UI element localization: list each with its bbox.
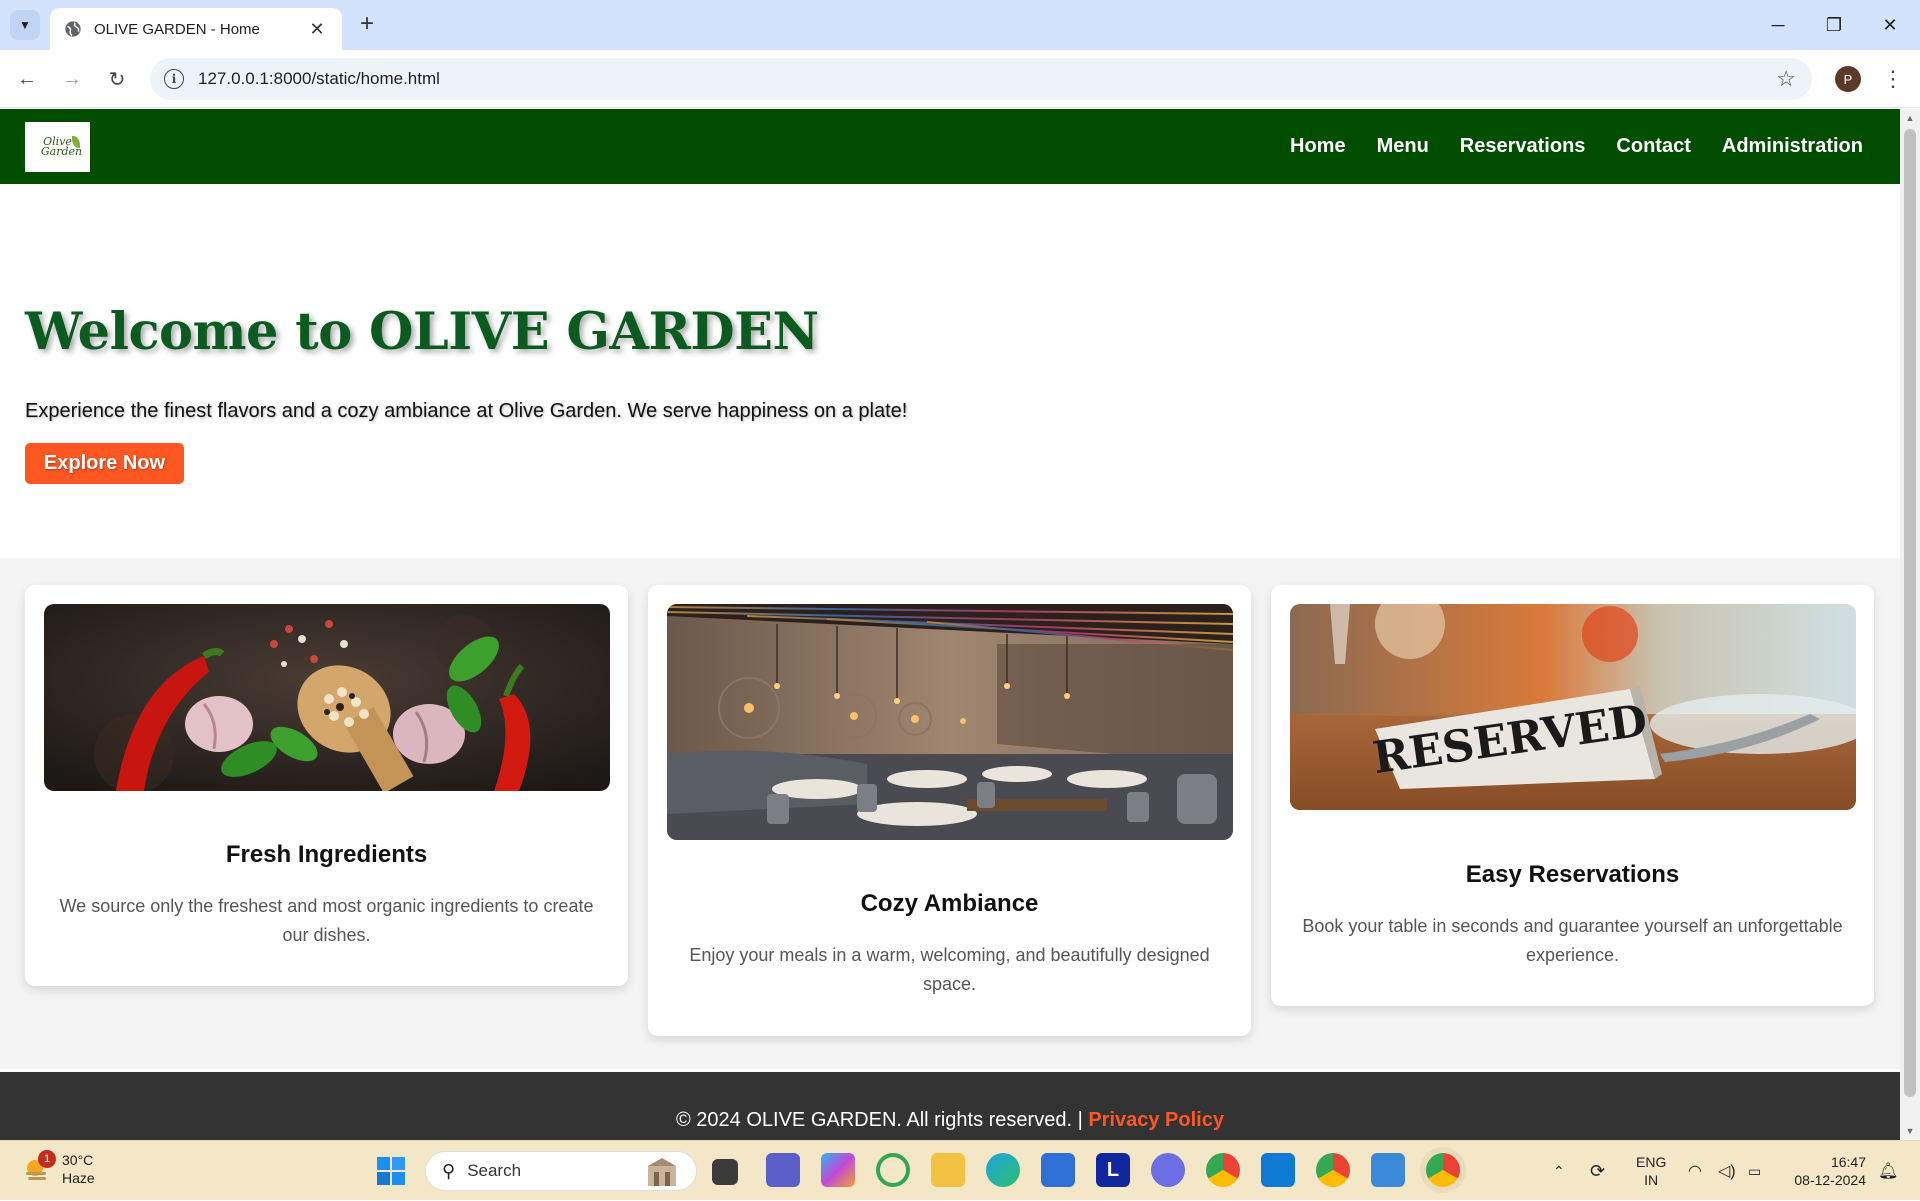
new-tab-button[interactable]: + xyxy=(354,12,380,38)
weather-widget[interactable]: 1 30°C Haze xyxy=(22,1150,95,1187)
weather-desc: Haze xyxy=(62,1170,95,1186)
bookmark-star-icon[interactable]: ☆ xyxy=(1776,66,1796,92)
nav-home[interactable]: Home xyxy=(1290,135,1346,158)
feature-title: Fresh Ingredients xyxy=(225,841,428,868)
nav-contact[interactable]: Contact xyxy=(1616,135,1690,158)
weather-temp: 30°C xyxy=(62,1152,94,1168)
vscode-icon[interactable] xyxy=(1261,1153,1295,1187)
scroll-up-icon[interactable]: ▲ xyxy=(1900,109,1920,127)
app-ring-icon[interactable] xyxy=(876,1153,910,1187)
forward-arrow-icon[interactable]: → xyxy=(56,63,88,95)
taskbar-search[interactable]: ⚲ Search xyxy=(425,1151,697,1191)
address-url[interactable]: 127.0.0.1:8000/static/home.html xyxy=(198,69,440,89)
file-explorer-icon[interactable] xyxy=(931,1153,965,1187)
edge-icon[interactable] xyxy=(986,1153,1020,1187)
notification-bell-icon[interactable]: 🔔︎ xyxy=(1878,1141,1898,1201)
chrome-icon[interactable] xyxy=(1316,1153,1350,1187)
profile-avatar[interactable]: P xyxy=(1835,66,1861,92)
site-header: Olive Garden Home Menu Reservations Cont… xyxy=(0,109,1900,184)
site-footer: © 2024 OLIVE GARDEN. All rights reserved… xyxy=(0,1072,1900,1140)
teams-icon[interactable] xyxy=(766,1153,800,1187)
search-icon: ⚲ xyxy=(442,1160,456,1181)
battery-icon[interactable]: ▭ xyxy=(1748,1141,1761,1201)
nav-administration[interactable]: Administration xyxy=(1722,135,1863,158)
feature-title: Easy Reservations xyxy=(1465,861,1680,888)
hero-subtitle: Experience the finest flavors and a cozy… xyxy=(25,400,908,422)
page-viewport: Olive Garden Home Menu Reservations Cont… xyxy=(0,109,1900,1140)
wifi-icon[interactable]: ◠ xyxy=(1688,1141,1702,1201)
feature-text: Enjoy your meals in a warm, welcoming, a… xyxy=(689,945,1210,994)
spices-photo xyxy=(44,604,610,791)
paint-icon[interactable] xyxy=(1371,1153,1405,1187)
nav-reservations[interactable]: Reservations xyxy=(1460,135,1586,158)
notification-badge: 1 xyxy=(38,1150,56,1168)
site-logo[interactable]: Olive Garden xyxy=(25,122,90,172)
feature-text: Book your table in seconds and guarantee… xyxy=(1302,916,1843,965)
feature-card-fresh-ingredients: Fresh Ingredients We source only the fre… xyxy=(25,585,628,986)
chrome-icon[interactable] xyxy=(1206,1153,1240,1187)
hero-title: Welcome to OLIVE GARDEN xyxy=(25,302,819,362)
browser-menu-icon[interactable]: ⋮ xyxy=(1880,64,1906,94)
task-view-icon[interactable] xyxy=(712,1159,738,1185)
minimize-button[interactable]: ─ xyxy=(1750,8,1806,42)
feature-card-easy-reservations: RESERVED Easy Reservations Book your tab… xyxy=(1271,585,1874,1006)
back-arrow-icon[interactable]: ← xyxy=(11,63,43,95)
search-highlight-icon xyxy=(648,1158,676,1186)
nav-menu[interactable]: Menu xyxy=(1377,135,1429,158)
scrollbar-thumb[interactable] xyxy=(1904,129,1916,1097)
clock[interactable]: 16:47 08-12-2024 xyxy=(1786,1141,1866,1201)
scroll-down-icon[interactable]: ▼ xyxy=(1900,1122,1920,1140)
globe-icon xyxy=(65,21,81,37)
page-scrollbar[interactable]: ▲ ▼ xyxy=(1900,109,1920,1140)
feature-text: We source only the freshest and most org… xyxy=(59,896,594,945)
main-nav: Home Menu Reservations Contact Administr… xyxy=(1259,109,1863,184)
l-app-icon[interactable]: L xyxy=(1096,1153,1130,1187)
close-window-button[interactable]: ✕ xyxy=(1862,8,1918,42)
privacy-policy-link[interactable]: Privacy Policy xyxy=(1088,1109,1224,1131)
reload-icon[interactable]: ↻ xyxy=(101,63,133,95)
explore-now-button[interactable]: Explore Now xyxy=(25,443,184,484)
chrome-profile-active-icon[interactable] xyxy=(1426,1153,1460,1187)
copilot-icon[interactable] xyxy=(821,1153,855,1187)
tab-title: OLIVE GARDEN - Home xyxy=(94,20,260,38)
restore-button[interactable]: ❐ xyxy=(1806,8,1862,42)
tray-overflow-icon[interactable]: ⌃ xyxy=(1553,1141,1565,1201)
browser-title-bar: ▼ OLIVE GARDEN - Home ✕ + ─ ❐ ✕ xyxy=(0,0,1920,50)
copyright-text: © 2024 OLIVE GARDEN. All rights reserved… xyxy=(676,1109,1083,1131)
feature-card-cozy-ambiance: Cozy Ambiance Enjoy your meals in a warm… xyxy=(648,585,1251,1036)
restaurant-interior-photo xyxy=(667,604,1233,840)
site-info-icon[interactable]: i xyxy=(164,69,184,89)
windows-start-icon[interactable] xyxy=(377,1157,405,1185)
haze-weather-icon: 1 xyxy=(22,1150,56,1184)
language-indicator[interactable]: ENG IN xyxy=(1636,1141,1666,1201)
tab-close-icon[interactable]: ✕ xyxy=(306,19,328,40)
browser-toolbar: ← → ↻ i 127.0.0.1:8000/static/home.html … xyxy=(0,50,1920,108)
features-section: Fresh Ingredients We source only the fre… xyxy=(0,558,1900,1069)
volume-icon[interactable]: ◁) xyxy=(1718,1141,1736,1201)
sync-icon[interactable]: ⟳ xyxy=(1590,1141,1605,1201)
tab-search-button[interactable]: ▼ xyxy=(10,10,40,40)
browser-tab-active[interactable]: OLIVE GARDEN - Home ✕ xyxy=(50,8,342,50)
arc-app-icon[interactable] xyxy=(1151,1153,1185,1187)
feature-title: Cozy Ambiance xyxy=(860,890,1039,917)
windows-taskbar: 1 30°C Haze ⚲ Search L ⌃ ⟳ ENG IN ◠ ◁) ▭ xyxy=(0,1140,1920,1200)
address-bar[interactable]: i 127.0.0.1:8000/static/home.html ☆ xyxy=(150,58,1812,100)
footer-text: © 2024 OLIVE GARDEN. All rights reserved… xyxy=(0,1109,1900,1132)
store-icon[interactable] xyxy=(1041,1153,1075,1187)
reserved-sign-photo: RESERVED xyxy=(1290,604,1856,810)
